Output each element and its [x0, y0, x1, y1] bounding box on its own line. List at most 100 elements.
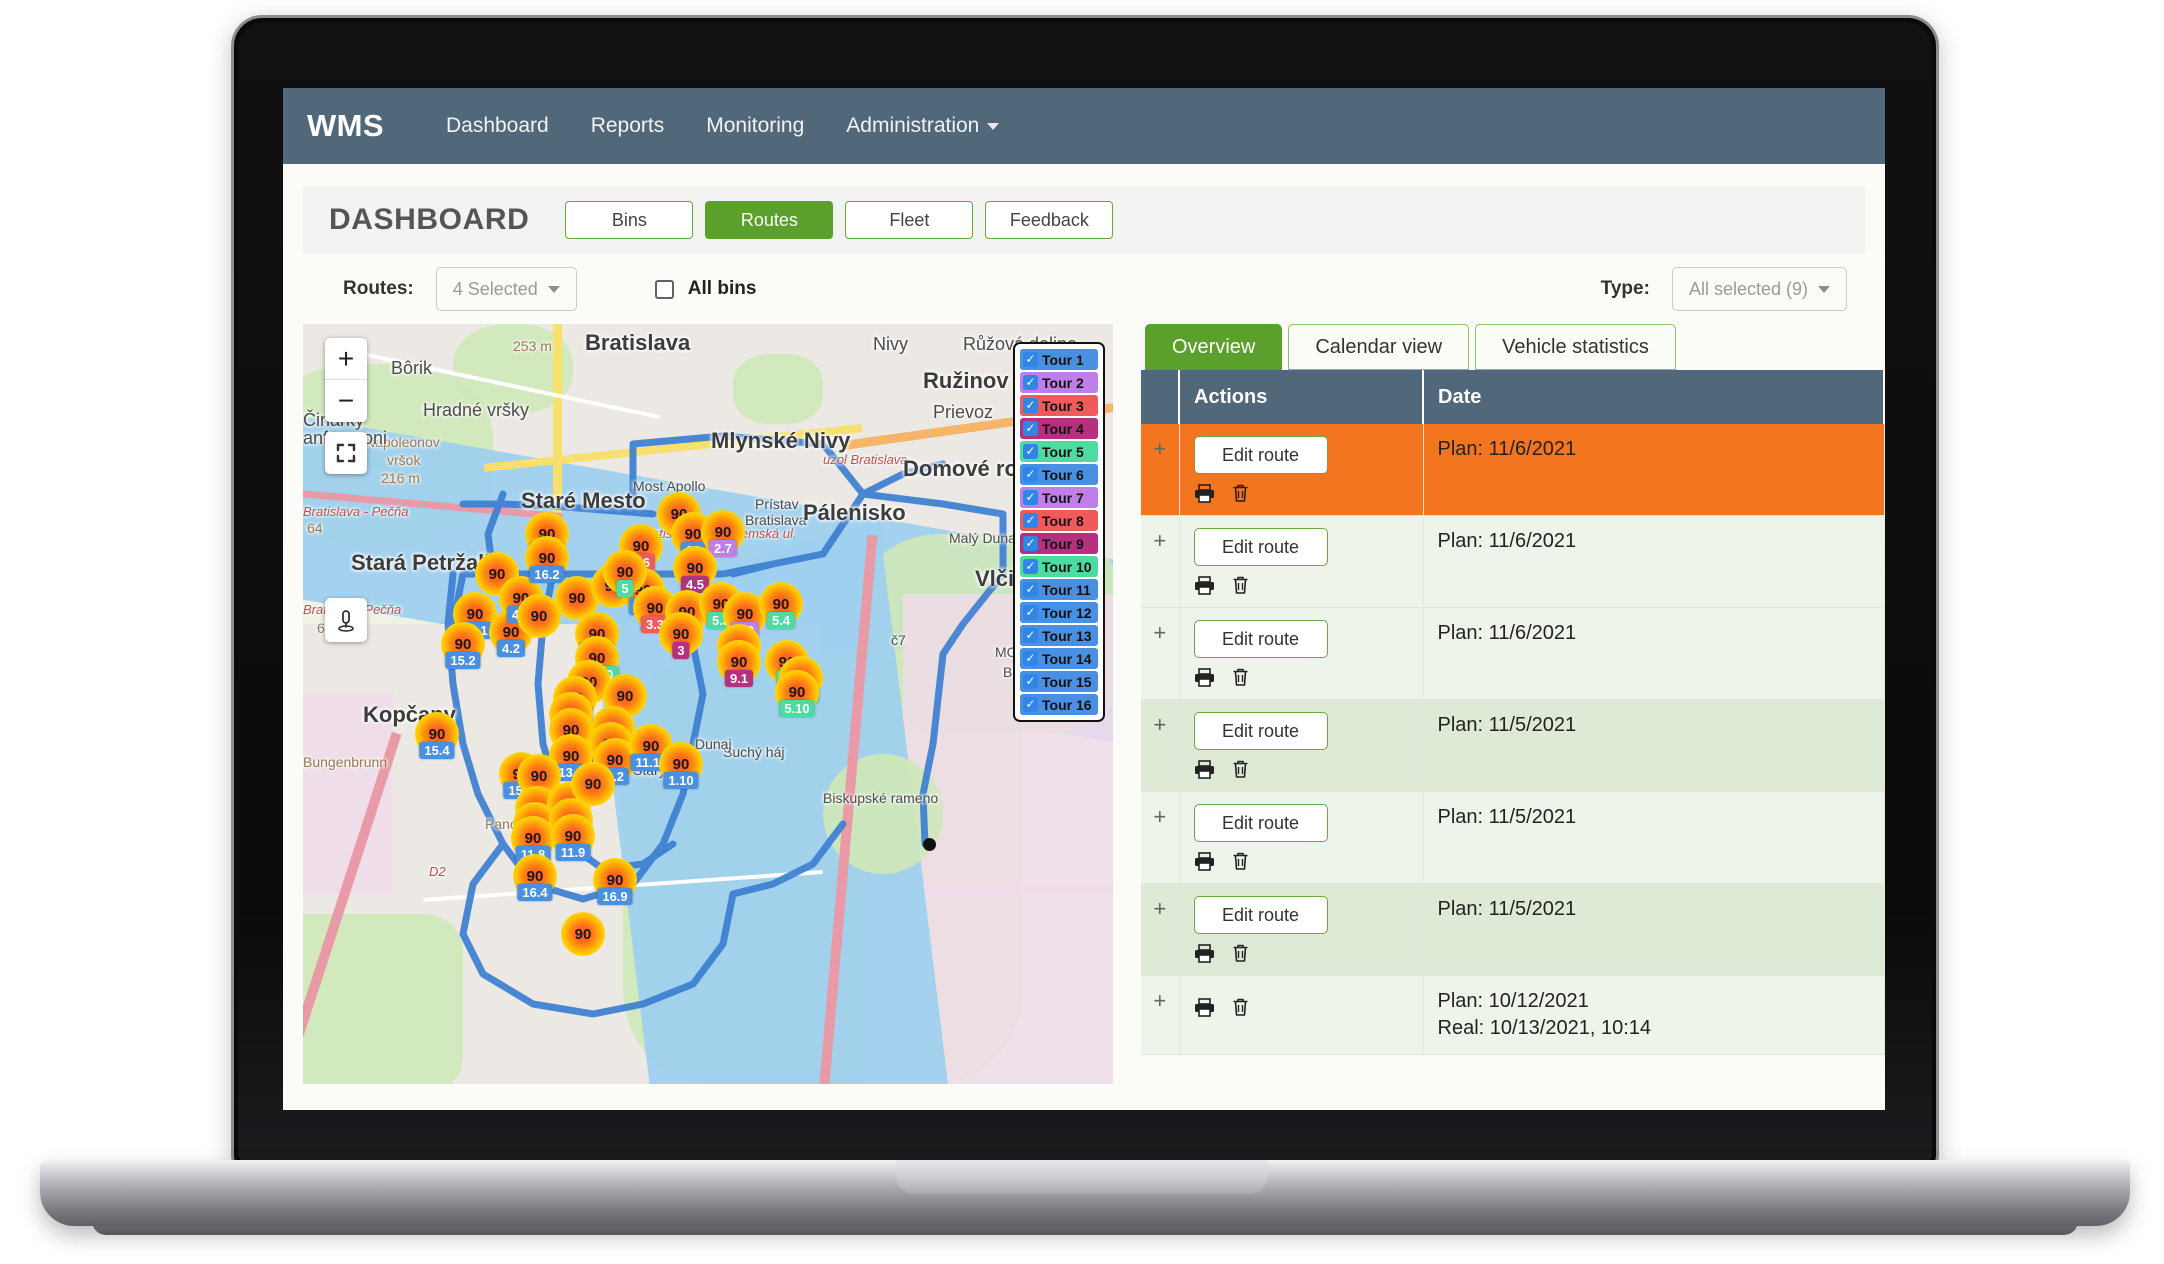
- trash-icon[interactable]: [1231, 851, 1250, 871]
- routes-select[interactable]: 4 Selected: [435, 267, 577, 311]
- table-row[interactable]: + Edit route Plan: 11/6/2021: [1141, 515, 1885, 608]
- depot-marker[interactable]: [923, 838, 936, 851]
- row-expand-button[interactable]: +: [1141, 515, 1180, 608]
- type-select[interactable]: All selected (9): [1671, 267, 1847, 311]
- tour-checkbox-icon[interactable]: ✓: [1023, 467, 1038, 482]
- trash-icon[interactable]: [1231, 943, 1250, 963]
- tour-checkbox-icon[interactable]: ✓: [1023, 651, 1038, 666]
- tour-legend-item-8[interactable]: ✓ Tour 8: [1020, 510, 1098, 531]
- map-panel[interactable]: BôrikBratislava253 mNivyRůžová dolinaRuž…: [303, 324, 1113, 1084]
- bin-sequence-tag[interactable]: 9.1: [724, 670, 754, 687]
- bin-sequence-tag[interactable]: 11.9: [555, 844, 591, 861]
- bin-sequence-tag[interactable]: 4.2: [496, 640, 526, 657]
- zoom-in-button[interactable]: +: [325, 338, 367, 380]
- tour-legend-item-3[interactable]: ✓ Tour 3: [1020, 395, 1098, 416]
- print-icon[interactable]: [1194, 851, 1215, 871]
- bin-sequence-tag[interactable]: 5.4: [766, 612, 796, 629]
- tour-legend-item-10[interactable]: ✓ Tour 10: [1020, 556, 1098, 577]
- table-row[interactable]: + Edit route Plan: 11/5/2021: [1141, 883, 1885, 976]
- edit-route-button[interactable]: Edit route: [1193, 712, 1328, 750]
- print-icon[interactable]: [1194, 667, 1215, 687]
- tour-legend-item-2[interactable]: ✓ Tour 2: [1020, 372, 1098, 393]
- tour-legend-item-16[interactable]: ✓ Tour 16: [1020, 694, 1098, 715]
- tour-legend-item-6[interactable]: ✓ Tour 6: [1020, 464, 1098, 485]
- table-row[interactable]: + Edit route Plan: 11/6/2021: [1141, 607, 1885, 700]
- tour-checkbox-icon[interactable]: ✓: [1023, 421, 1038, 436]
- map-canvas[interactable]: BôrikBratislava253 mNivyRůžová dolinaRuž…: [303, 324, 1113, 1084]
- tour-checkbox-icon[interactable]: ✓: [1023, 628, 1038, 643]
- zoom-out-button[interactable]: −: [325, 380, 367, 422]
- dashboard-pill-routes[interactable]: Routes: [705, 201, 834, 239]
- row-expand-button[interactable]: +: [1141, 699, 1180, 792]
- trash-icon[interactable]: [1231, 667, 1250, 687]
- tour-legend-item-12[interactable]: ✓ Tour 12: [1020, 602, 1098, 623]
- bin-sequence-tag[interactable]: 5: [616, 580, 634, 597]
- bin-sequence-tag[interactable]: 1.10: [663, 772, 699, 789]
- tour-checkbox-icon[interactable]: ✓: [1023, 582, 1038, 597]
- tour-checkbox-icon[interactable]: ✓: [1023, 697, 1038, 712]
- table-row[interactable]: + Edit route Plan: 11/5/2021: [1141, 791, 1885, 884]
- tour-legend-item-13[interactable]: ✓ Tour 13: [1020, 625, 1098, 646]
- edit-route-button[interactable]: Edit route: [1193, 436, 1328, 474]
- dashboard-pill-fleet[interactable]: Fleet: [845, 201, 974, 239]
- bin-sequence-tag[interactable]: 15.2: [445, 652, 481, 669]
- trash-icon[interactable]: [1231, 759, 1250, 779]
- trash-icon[interactable]: [1231, 483, 1250, 503]
- nav-item-reports[interactable]: Reports: [573, 104, 683, 148]
- trash-icon[interactable]: [1231, 575, 1250, 595]
- bin-marker[interactable]: 90: [571, 762, 615, 806]
- row-expand-button[interactable]: +: [1141, 424, 1180, 516]
- panel-tab-overview[interactable]: Overview: [1145, 324, 1283, 370]
- dashboard-pill-feedback[interactable]: Feedback: [985, 201, 1114, 239]
- tour-checkbox-icon[interactable]: ✓: [1023, 674, 1038, 689]
- row-expand-button[interactable]: +: [1141, 607, 1180, 700]
- bin-sequence-tag[interactable]: 5.10: [779, 700, 815, 717]
- edit-route-button[interactable]: Edit route: [1193, 528, 1328, 566]
- bin-sequence-tag[interactable]: 2.7: [708, 540, 738, 557]
- trash-icon[interactable]: [1231, 997, 1250, 1017]
- all-bins-checkbox[interactable]: All bins: [654, 278, 756, 300]
- dashboard-pill-bins[interactable]: Bins: [565, 201, 694, 239]
- fullscreen-icon[interactable]: [325, 432, 367, 474]
- print-icon[interactable]: [1194, 943, 1215, 963]
- nav-item-monitoring[interactable]: Monitoring: [688, 104, 822, 148]
- tour-legend-item-14[interactable]: ✓ Tour 14: [1020, 648, 1098, 669]
- edit-route-button[interactable]: Edit route: [1193, 804, 1328, 842]
- row-expand-button[interactable]: +: [1141, 975, 1180, 1055]
- print-icon[interactable]: [1194, 483, 1215, 503]
- tour-checkbox-icon[interactable]: ✓: [1023, 536, 1038, 551]
- tour-legend-item-15[interactable]: ✓ Tour 15: [1020, 671, 1098, 692]
- tour-legend-item-1[interactable]: ✓ Tour 1: [1020, 349, 1098, 370]
- print-icon[interactable]: [1194, 759, 1215, 779]
- nav-item-dashboard[interactable]: Dashboard: [428, 104, 567, 148]
- table-row[interactable]: + Edit route Plan: 11/5/2021: [1141, 699, 1885, 792]
- table-row[interactable]: + Edit route Plan: 11/6/2021: [1141, 424, 1885, 516]
- nav-item-administration[interactable]: Administration: [828, 104, 1017, 148]
- locate-pin-icon[interactable]: [325, 598, 367, 642]
- tour-legend[interactable]: ✓ Tour 1 ✓ Tour 2 ✓ Tour 3 ✓ Tour 4 ✓ Tour 5 ✓ Tour…: [1013, 342, 1105, 722]
- tour-legend-item-9[interactable]: ✓ Tour 9: [1020, 533, 1098, 554]
- bin-sequence-tag[interactable]: 16.2: [529, 566, 565, 583]
- bin-sequence-tag[interactable]: 15.4: [419, 742, 455, 759]
- bin-marker[interactable]: 90: [561, 912, 605, 956]
- tour-checkbox-icon[interactable]: ✓: [1023, 605, 1038, 620]
- edit-route-button[interactable]: Edit route: [1193, 896, 1328, 934]
- panel-tab-calendar-view[interactable]: Calendar view: [1288, 324, 1470, 370]
- tour-checkbox-icon[interactable]: ✓: [1023, 352, 1038, 367]
- bin-sequence-tag[interactable]: 3: [672, 642, 690, 659]
- tour-legend-item-11[interactable]: ✓ Tour 11: [1020, 579, 1098, 600]
- tour-checkbox-icon[interactable]: ✓: [1023, 559, 1038, 574]
- table-row[interactable]: + Plan: 10/12/2021 Real: 10/13/2021, 10:14: [1141, 975, 1885, 1055]
- print-icon[interactable]: [1194, 997, 1215, 1017]
- bin-sequence-tag[interactable]: 16.4: [517, 884, 553, 901]
- tour-legend-item-7[interactable]: ✓ Tour 7: [1020, 487, 1098, 508]
- tour-checkbox-icon[interactable]: ✓: [1023, 375, 1038, 390]
- bin-sequence-tag[interactable]: 16.9: [597, 888, 633, 905]
- tour-legend-item-4[interactable]: ✓ Tour 4: [1020, 418, 1098, 439]
- tour-checkbox-icon[interactable]: ✓: [1023, 444, 1038, 459]
- tour-checkbox-icon[interactable]: ✓: [1023, 398, 1038, 413]
- app-brand[interactable]: WMS: [307, 108, 384, 144]
- panel-tab-vehicle-statistics[interactable]: Vehicle statistics: [1475, 324, 1676, 370]
- print-icon[interactable]: [1194, 575, 1215, 595]
- tour-checkbox-icon[interactable]: ✓: [1023, 490, 1038, 505]
